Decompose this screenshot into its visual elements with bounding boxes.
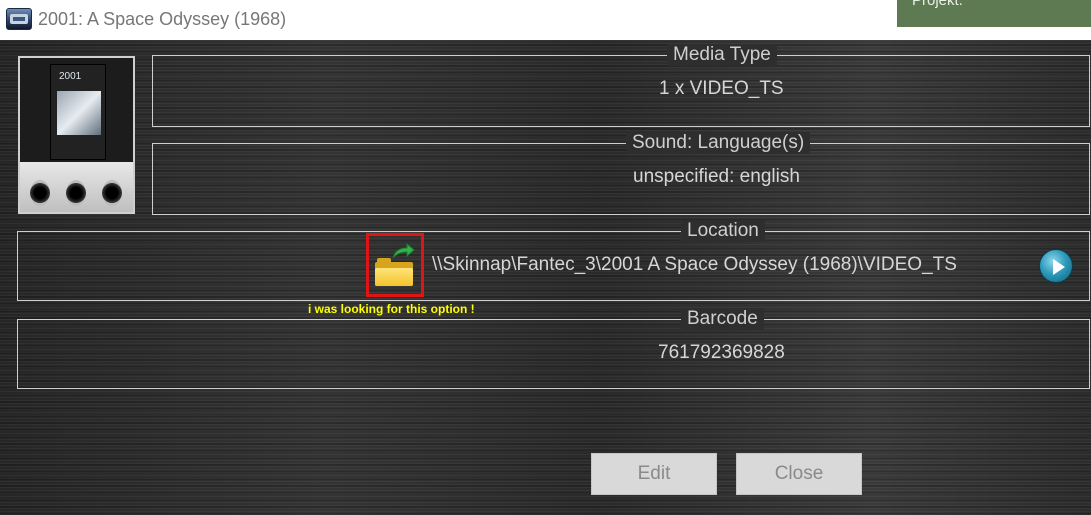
edit-button[interactable]: Edit bbox=[591, 453, 717, 495]
location-legend: Location bbox=[681, 220, 765, 242]
media-type-value: 1 x VIDEO_TS bbox=[659, 78, 784, 99]
sound-language-legend: Sound: Language(s) bbox=[626, 132, 811, 154]
poster-dvd-box: 2001 bbox=[50, 64, 106, 160]
open-folder-highlight bbox=[366, 233, 424, 297]
annotation-text: i was looking for this option ! bbox=[308, 302, 475, 316]
barcode-legend: Barcode bbox=[681, 308, 764, 330]
barcode-value: 761792369828 bbox=[658, 342, 785, 363]
location-group: Location \\Skinnap\Fantec_3\2001 A Space… bbox=[17, 220, 1090, 301]
window-title: 2001: A Space Odyssey (1968) bbox=[38, 9, 287, 29]
media-type-group: Media Type 1 x VIDEO_TS bbox=[152, 44, 1090, 127]
green-arrow-icon bbox=[392, 242, 415, 259]
media-type-legend: Media Type bbox=[667, 44, 777, 66]
movie-poster: 2001 bbox=[18, 56, 135, 214]
sound-language-group: Sound: Language(s) unspecified: english bbox=[152, 132, 1090, 215]
toast-text: Projekt. bbox=[912, 0, 963, 9]
play-icon[interactable] bbox=[1039, 249, 1073, 283]
close-button[interactable]: Close bbox=[736, 453, 862, 495]
barcode-group: Barcode 761792369828 bbox=[17, 308, 1090, 389]
poster-box-text: 2001 bbox=[59, 71, 82, 82]
location-path[interactable]: \\Skinnap\Fantec_3\2001 A Space Odyssey … bbox=[432, 254, 957, 276]
sound-language-value: unspecified: english bbox=[633, 166, 800, 187]
app-logo-icon[interactable] bbox=[6, 8, 32, 30]
open-folder-icon[interactable] bbox=[375, 258, 413, 286]
details-panel: 2001 Media Type 1 x VIDEO_TS Sound: Lang… bbox=[0, 40, 1091, 515]
notification-toast: Projekt. bbox=[897, 0, 1091, 27]
